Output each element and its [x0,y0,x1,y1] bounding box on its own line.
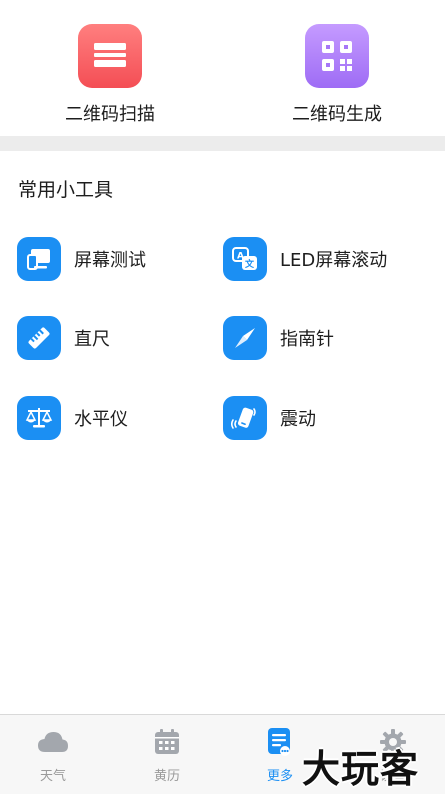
tab-label: 天气 [39,769,66,784]
screen-test-icon [17,237,61,281]
tool-item-screen-test[interactable]: 屏幕测试 [17,237,146,281]
qr-code-icon[interactable] [305,24,369,88]
tool-label: 屏幕测试 [74,250,146,271]
translate-icon: A 文 [223,237,267,281]
svg-text:文: 文 [244,258,255,270]
tool-item-ruler[interactable]: 直尺 [17,316,110,360]
qr-scan-tile[interactable]: 二维码扫描 [35,24,185,134]
vibration-icon [223,396,267,440]
tool-item-compass[interactable]: 指南针 [223,316,334,360]
ruler-icon [17,316,61,360]
tool-label: 直尺 [74,329,110,350]
tool-label: LED屏幕滚动 [280,250,388,271]
tool-item-level[interactable]: 水平仪 [17,396,128,440]
cloud-icon [3,727,103,757]
watermark-logo: 大玩客 [302,747,420,791]
tools-section-title: 常用小工具 [18,179,114,201]
tab-almanac[interactable]: 黄历 [117,727,217,784]
balance-scale-icon [17,396,61,440]
qr-generate-tile[interactable]: 二维码生成 [262,24,412,134]
tool-label: 指南针 [280,329,334,350]
tool-item-led-scroll[interactable]: A 文 LED屏幕滚动 [223,237,387,281]
tool-label: 水平仪 [74,409,128,430]
tool-item-vibrate[interactable]: 震动 [223,396,316,440]
compass-icon [223,316,267,360]
qr-generate-label: 二维码生成 [292,104,382,125]
tool-label: 震动 [280,409,316,430]
qr-scan-icon[interactable] [78,24,142,88]
quick-actions: 二维码扫描 二维码生成 [0,0,445,136]
calendar-icon [117,727,217,757]
tab-weather[interactable]: 天气 [3,727,103,784]
section-divider [0,136,445,151]
qr-scan-label: 二维码扫描 [65,104,155,125]
tab-label: 黄历 [153,769,180,784]
